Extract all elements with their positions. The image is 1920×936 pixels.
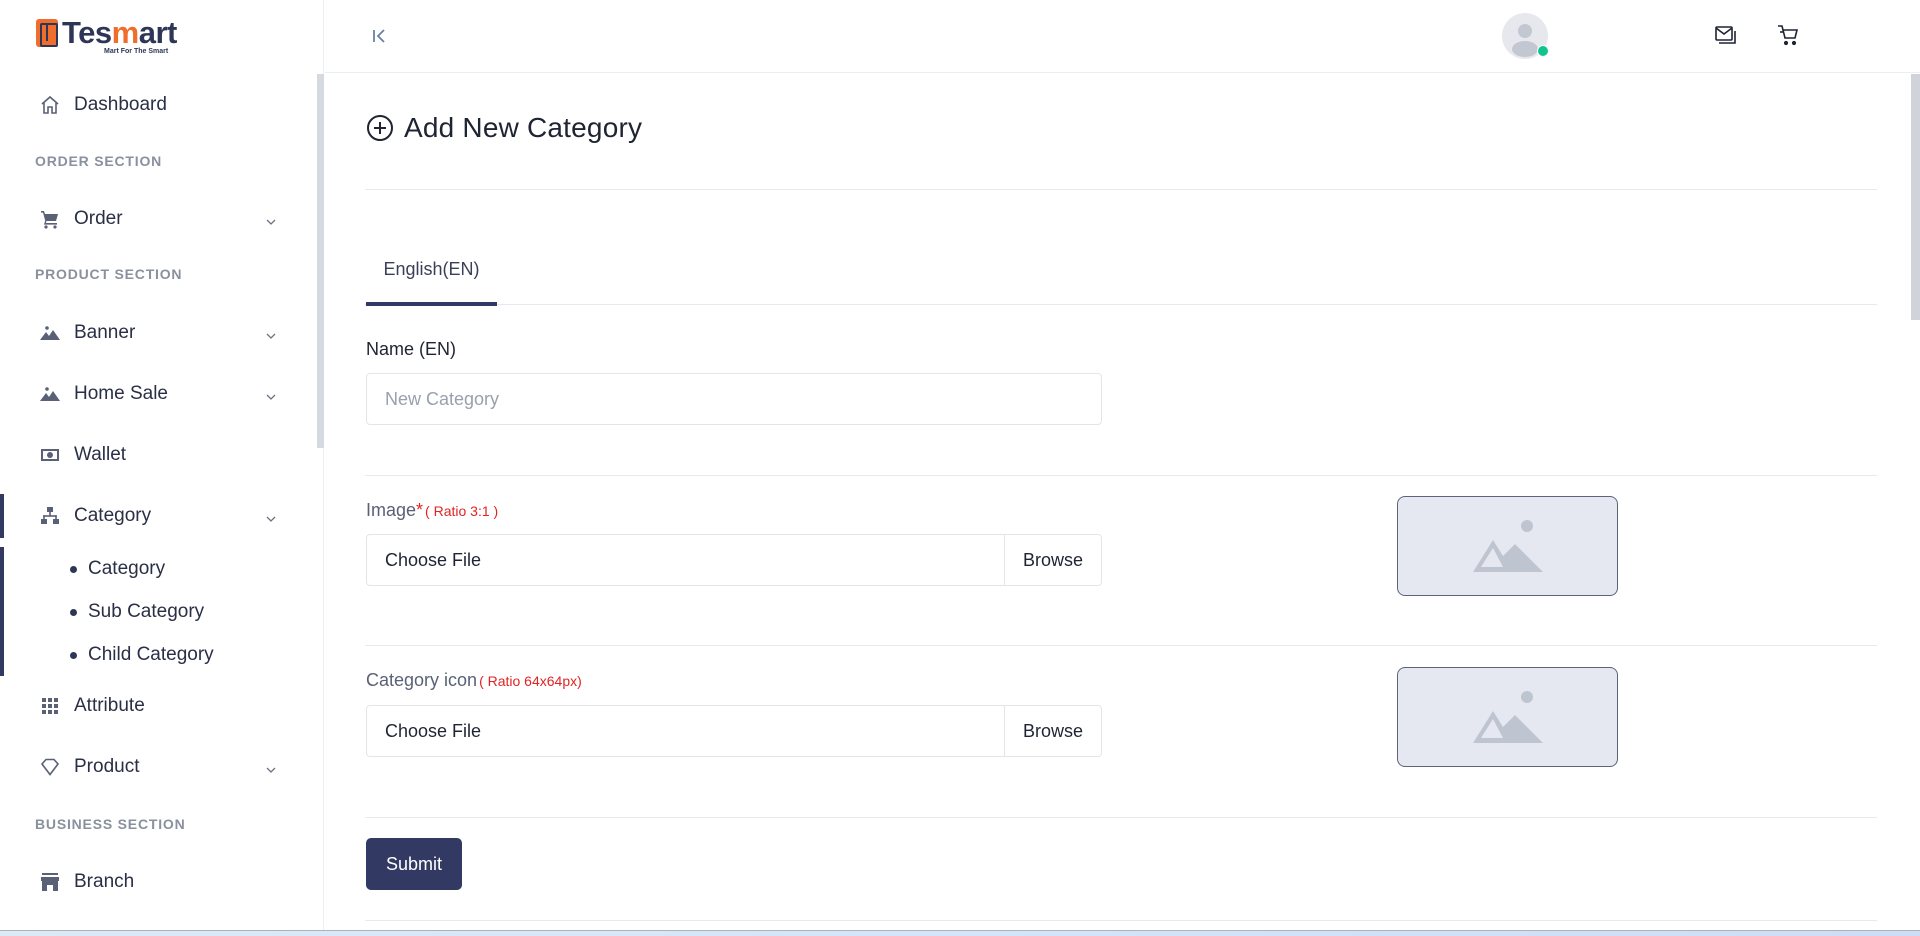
icon-ratio-hint: ( Ratio 64x64px) <box>479 673 582 689</box>
image-label-text: Image <box>366 500 417 520</box>
category-name-input[interactable] <box>366 373 1102 425</box>
bullet-icon <box>70 651 77 659</box>
sidebar-item-category[interactable]: Category <box>0 494 300 538</box>
sidebar: Tesmart Mart For The Smart Dashboard ORD… <box>0 0 324 930</box>
chevron-down-icon <box>266 328 276 339</box>
divider <box>365 475 1877 476</box>
plus-circle-icon <box>366 114 394 142</box>
mail-icon[interactable] <box>1712 22 1738 48</box>
image-file-input[interactable]: Choose File Browse <box>366 534 1102 586</box>
name-field-label: Name (EN) <box>366 339 457 359</box>
submenu-indicator <box>0 547 4 676</box>
file-input-text: Choose File <box>385 549 482 570</box>
submit-button[interactable]: Submit <box>366 838 462 890</box>
image-ratio-hint: ( Ratio 3:1 ) <box>425 503 499 519</box>
tab-english[interactable]: English(EN) <box>366 256 497 306</box>
submenu-item-sub-category[interactable]: Sub Category <box>70 594 204 630</box>
brand-accent: m <box>111 15 140 50</box>
grid-icon <box>40 696 60 716</box>
sidebar-item-label: Wallet <box>74 444 127 465</box>
divider <box>365 645 1877 646</box>
sidebar-item-order[interactable]: Order <box>0 197 300 241</box>
top-header <box>325 0 1920 73</box>
sidebar-item-branch[interactable]: Branch <box>0 860 300 904</box>
section-label-order: ORDER SECTION <box>35 153 163 169</box>
chevron-down-icon <box>266 389 276 400</box>
icon-field-label: Category icon( Ratio 64x64px) <box>366 670 582 691</box>
sidebar-item-product[interactable]: Product <box>0 745 300 789</box>
submenu-item-label: Child Category <box>88 644 214 665</box>
sidebar-item-home-sale[interactable]: Home Sale <box>0 372 300 416</box>
chevron-down-icon <box>266 511 276 522</box>
sidebar-item-label: Banner <box>74 322 136 343</box>
sidebar-item-dashboard[interactable]: Dashboard <box>0 83 300 127</box>
bullet-icon <box>70 608 77 616</box>
chevron-down-icon <box>266 762 276 773</box>
section-label-product: PRODUCT SECTION <box>35 266 183 282</box>
sidebar-item-label: Product <box>74 756 140 777</box>
bullet-icon <box>70 565 77 573</box>
file-input-text: Choose File <box>385 720 482 741</box>
icon-label-text: Category icon <box>366 670 478 690</box>
sidebar-item-label: Branch <box>74 871 135 892</box>
sidebar-item-label: Attribute <box>74 695 145 716</box>
icon-file-input[interactable]: Choose File Browse <box>366 705 1102 757</box>
sidebar-item-label: Dashboard <box>74 94 167 115</box>
sitemap-icon <box>40 506 60 526</box>
tab-divider <box>365 304 1877 305</box>
taskbar-edge <box>0 930 1920 936</box>
submenu-item-child-category[interactable]: Child Category <box>70 637 214 673</box>
required-mark: * <box>416 500 424 520</box>
chevron-down-icon <box>266 214 276 225</box>
submenu-item-label: Category <box>88 558 166 579</box>
image-placeholder-icon <box>1472 691 1543 743</box>
diamond-icon <box>40 757 60 777</box>
page-scrollbar[interactable] <box>1911 74 1920 320</box>
cart-icon <box>40 209 60 229</box>
brand-prefix: Tes <box>62 15 112 50</box>
store-icon <box>40 872 60 892</box>
sidebar-item-label: Category <box>74 505 152 526</box>
submenu-item-label: Sub Category <box>88 601 205 622</box>
page-heading: Add New Category <box>404 112 643 143</box>
section-label-business: BUSINESS SECTION <box>35 816 186 832</box>
brand-tagline: Mart For The Smart <box>104 48 169 55</box>
collapse-left-icon[interactable] <box>369 25 391 47</box>
active-tab-indicator <box>366 302 497 306</box>
logo-mark-icon <box>36 19 58 47</box>
home-icon <box>40 95 60 115</box>
sidebar-item-banner[interactable]: Banner <box>0 311 300 355</box>
page-title: Add New Category <box>366 112 642 144</box>
tab-label: English(EN) <box>383 259 480 279</box>
image-icon <box>40 384 60 404</box>
brand-suffix: art <box>138 15 178 50</box>
sidebar-scrollbar[interactable] <box>317 74 324 448</box>
browse-button[interactable]: Browse <box>1004 706 1101 756</box>
submenu-item-category[interactable]: Category <box>70 551 165 587</box>
cart-icon[interactable] <box>1775 22 1801 48</box>
divider <box>365 189 1877 190</box>
money-icon <box>40 445 60 465</box>
image-icon <box>40 323 60 343</box>
image-field-label: Image*( Ratio 3:1 ) <box>366 500 498 521</box>
divider <box>365 817 1877 818</box>
sidebar-item-wallet[interactable]: Wallet <box>0 433 300 477</box>
browse-button[interactable]: Browse <box>1004 535 1101 585</box>
icon-preview <box>1397 667 1618 767</box>
sidebar-item-label: Home Sale <box>74 383 168 404</box>
divider <box>365 920 1877 921</box>
brand-name: Tesmart <box>62 17 177 49</box>
brand-logo[interactable]: Tesmart Mart For The Smart <box>36 17 177 57</box>
image-placeholder-icon <box>1472 520 1543 572</box>
sidebar-item-attribute[interactable]: Attribute <box>0 684 300 728</box>
image-preview <box>1397 496 1618 596</box>
online-status-badge <box>1537 45 1549 57</box>
sidebar-item-label: Order <box>74 208 123 229</box>
